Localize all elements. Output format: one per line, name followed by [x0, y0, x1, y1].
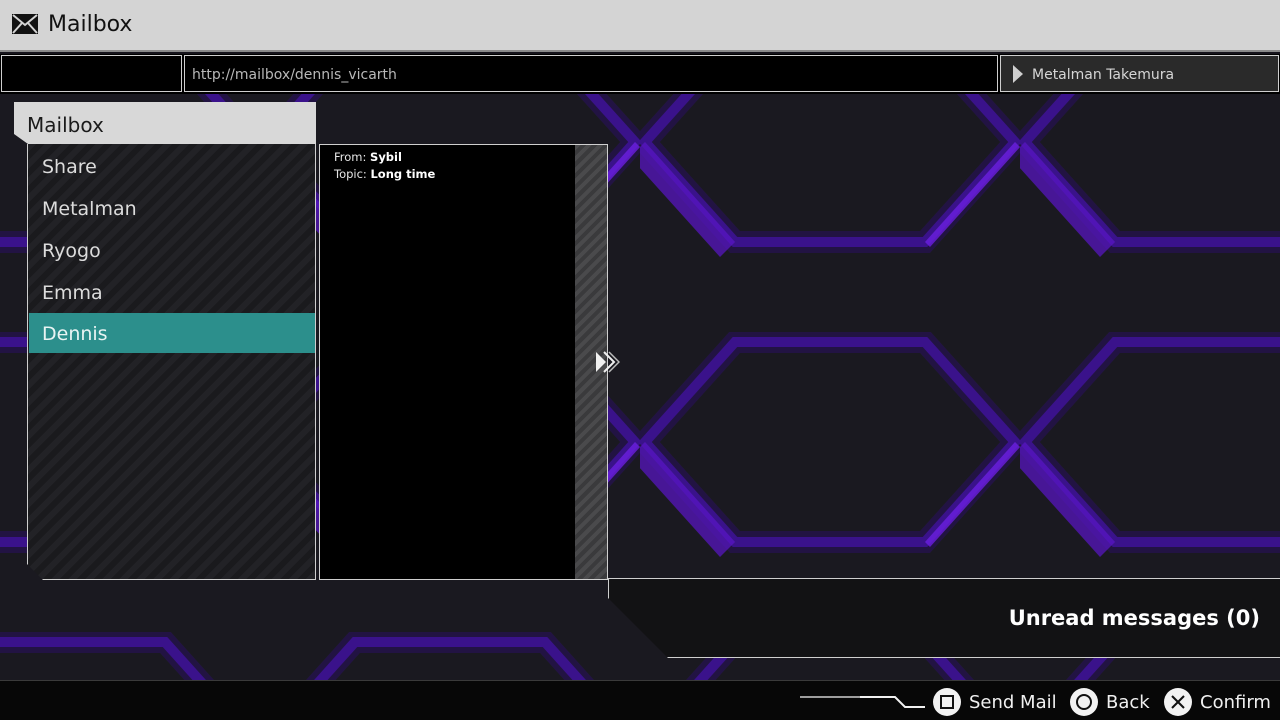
square-button-icon — [933, 688, 961, 716]
message-preview[interactable]: From: Sybil Topic: Long time — [319, 144, 576, 580]
message-topic: Topic: Long time — [334, 167, 436, 181]
user-name: Metalman Takemura — [1032, 67, 1175, 83]
envelope-icon — [12, 14, 38, 34]
unread-count: Unread messages (0) — [1008, 606, 1260, 630]
address-left-box — [1, 55, 182, 92]
message-topic-value: Long time — [370, 167, 436, 181]
user-box: Metalman Takemura — [1000, 55, 1279, 92]
back-label: Back — [1106, 691, 1150, 713]
mailbox-header-label: Mailbox — [27, 113, 104, 137]
message-from-value: Sybil — [370, 150, 402, 164]
mailbox-item-metalman[interactable]: Metalman — [29, 188, 315, 228]
mailbox-item-share[interactable]: Share — [29, 146, 315, 186]
unread-status-bar: Unread messages (0) — [608, 578, 1280, 658]
confirm-label: Confirm — [1200, 691, 1271, 713]
controls-bar: Send Mail Back Confirm — [0, 680, 1280, 720]
mailbox-item-dennis[interactable]: Dennis — [29, 313, 315, 353]
window-title: Mailbox — [48, 12, 133, 37]
controls-decoration — [800, 696, 925, 708]
circle-button-icon — [1070, 688, 1098, 716]
mailbox-item-ryogo[interactable]: Ryogo — [29, 230, 315, 270]
address-bar: http://mailbox/dennis_vicarth Metalman T… — [0, 54, 1280, 94]
message-from: From: Sybil — [334, 150, 402, 164]
url-field: http://mailbox/dennis_vicarth — [184, 55, 998, 92]
title-bar: Mailbox — [0, 0, 1280, 52]
confirm-button[interactable]: Confirm — [1164, 687, 1271, 717]
back-button[interactable]: Back — [1070, 687, 1150, 717]
mailbox-header: Mailbox — [14, 102, 316, 144]
play-arrow-icon — [1013, 65, 1023, 83]
cross-button-icon — [1164, 688, 1192, 716]
send-mail-label: Send Mail — [969, 691, 1057, 713]
mailbox-list: Share Metalman Ryogo Emma Dennis — [27, 144, 316, 580]
expand-arrow-icon[interactable] — [594, 350, 620, 374]
send-mail-button[interactable]: Send Mail — [933, 687, 1057, 717]
mailbox-item-emma[interactable]: Emma — [29, 272, 315, 312]
